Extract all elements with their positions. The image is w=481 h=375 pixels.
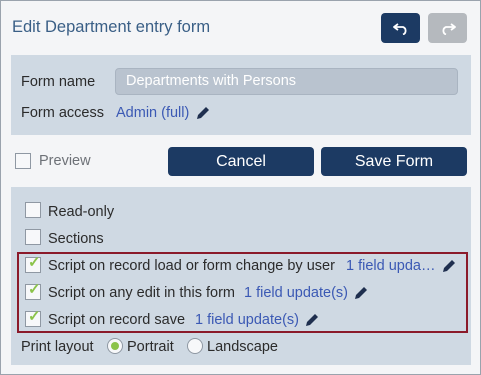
portrait-label: Portrait	[127, 339, 174, 355]
cancel-button[interactable]: Cancel	[168, 147, 314, 176]
preview-checkbox[interactable]	[15, 153, 31, 169]
preview-label: Preview	[39, 153, 91, 169]
redo-button[interactable]	[428, 13, 467, 43]
checkmark-icon: ✓	[28, 281, 41, 298]
script-save-checkbox[interactable]: ✓	[25, 308, 41, 327]
edit-pencil-icon[interactable]	[304, 312, 320, 328]
portrait-radio[interactable]	[107, 338, 123, 354]
form-access-link[interactable]: Admin (full)	[116, 105, 189, 121]
script-edit-label: Script on any edit in this form	[48, 285, 235, 301]
read-only-checkbox[interactable]	[25, 202, 41, 218]
dialog-title: Edit Department entry form	[12, 18, 211, 36]
landscape-label: Landscape	[207, 339, 278, 355]
script-edit-checkbox[interactable]: ✓	[25, 281, 41, 300]
read-only-label: Read-only	[48, 204, 115, 220]
checkmark-icon: ✓	[28, 254, 41, 271]
sections-checkbox[interactable]	[25, 229, 41, 245]
script-load-label: Script on record load or form change by …	[48, 258, 335, 274]
script-save-link[interactable]: 1 field update(s)	[195, 312, 299, 328]
edit-form-dialog: Edit Department entry form Form name Dep…	[0, 0, 481, 375]
undo-button[interactable]	[381, 13, 420, 43]
script-edit-link[interactable]: 1 field update(s)	[244, 285, 348, 301]
sections-label: Sections	[48, 231, 104, 247]
radio-selected-dot	[111, 342, 119, 350]
checkmark-icon: ✓	[28, 308, 41, 325]
undo-icon	[392, 23, 406, 35]
form-name-input[interactable]: Departments with Persons	[115, 68, 458, 95]
form-settings-panel	[11, 55, 471, 135]
form-access-label: Form access	[21, 105, 104, 121]
script-save-label: Script on record save	[48, 312, 186, 328]
edit-pencil-icon[interactable]	[353, 285, 369, 301]
edit-pencil-icon[interactable]	[195, 105, 211, 121]
landscape-radio[interactable]	[187, 338, 203, 354]
redo-icon	[442, 23, 456, 35]
edit-pencil-icon[interactable]	[441, 258, 457, 274]
print-layout-label: Print layout	[21, 339, 94, 355]
save-form-button[interactable]: Save Form	[321, 147, 467, 176]
script-load-link[interactable]: 1 field upda…	[346, 258, 435, 274]
form-name-label: Form name	[21, 74, 96, 90]
script-load-checkbox[interactable]: ✓	[25, 254, 41, 273]
